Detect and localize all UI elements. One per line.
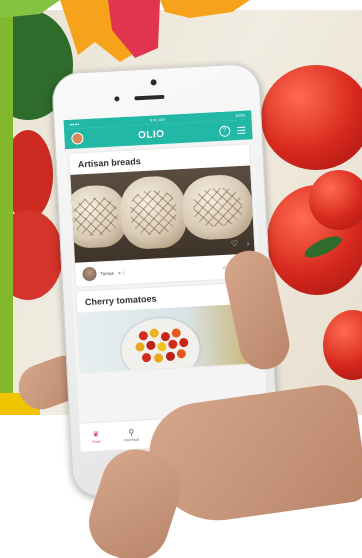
sensor bbox=[114, 96, 120, 102]
menu-icon[interactable] bbox=[237, 126, 246, 134]
earpiece-speaker bbox=[134, 94, 165, 101]
help-icon[interactable]: ? bbox=[218, 124, 231, 137]
author-name: Tomas bbox=[100, 270, 114, 276]
promo-scene: ●●●● 9:41 AM 100% OLIO ? Artisan breads bbox=[0, 0, 362, 558]
listing-author[interactable]: Tomas ★ 1 bbox=[82, 265, 125, 282]
tab-non-food[interactable]: ⚲ Non-food bbox=[124, 427, 139, 442]
status-battery: 100% bbox=[235, 112, 246, 119]
bread-photo: ♡ 7 bbox=[70, 165, 255, 263]
confetti-decoration bbox=[0, 0, 250, 62]
heart-icon[interactable]: ♡ bbox=[231, 239, 239, 248]
author-level: ★ 1 bbox=[117, 269, 125, 276]
red-pepper-2 bbox=[13, 210, 63, 300]
status-time: 9:41 AM bbox=[149, 116, 165, 123]
author-avatar bbox=[82, 266, 97, 282]
tomato-4 bbox=[323, 310, 362, 380]
front-camera bbox=[150, 79, 157, 86]
tomato-3 bbox=[309, 170, 362, 230]
bag-icon: ⚲ bbox=[128, 427, 135, 437]
like-count: 7 bbox=[246, 241, 250, 247]
status-carrier: ●●●● bbox=[69, 121, 80, 127]
tab-food[interactable]: ❦ Food bbox=[92, 429, 100, 443]
tomato-1 bbox=[261, 65, 362, 170]
profile-avatar[interactable] bbox=[71, 132, 84, 145]
apple-icon: ❦ bbox=[92, 429, 100, 439]
red-pepper bbox=[13, 130, 53, 220]
app-logo: OLIO bbox=[137, 128, 165, 141]
